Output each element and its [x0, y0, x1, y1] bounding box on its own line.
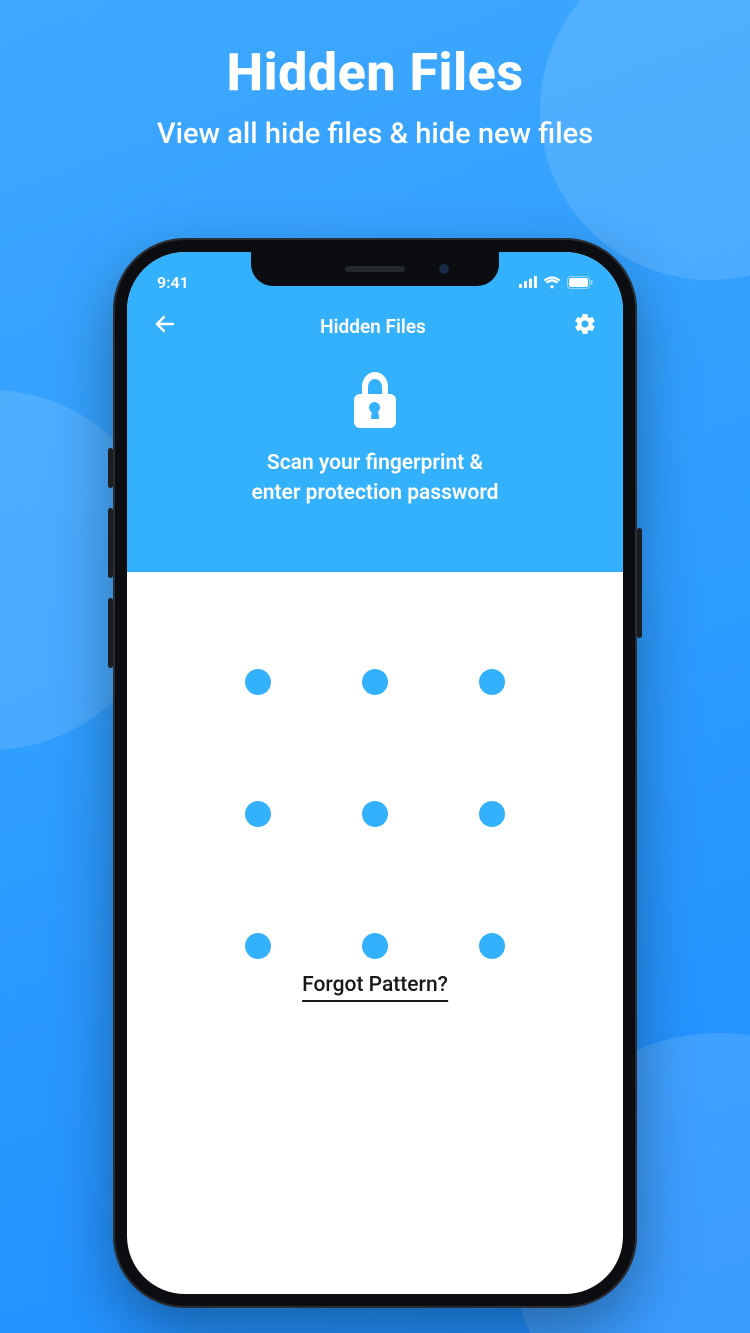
lock-text-line2: enter protection password [127, 478, 623, 508]
phone-side-button [108, 598, 113, 668]
promo-title: Hidden Files [0, 42, 750, 103]
gear-icon [573, 312, 597, 340]
settings-button[interactable] [569, 310, 601, 342]
phone-side-button [637, 528, 642, 638]
phone-notch [251, 252, 499, 286]
arrow-left-icon [153, 312, 177, 340]
pattern-area: Forgot Pattern? [127, 572, 623, 1162]
phone-camera [439, 264, 449, 274]
phone-side-button [108, 508, 113, 578]
pattern-dot[interactable] [362, 933, 388, 959]
pattern-dot[interactable] [362, 801, 388, 827]
signal-icon [519, 276, 537, 288]
promo-header: Hidden Files View all hide files & hide … [0, 0, 750, 151]
battery-icon [567, 276, 593, 289]
pattern-grid[interactable] [200, 616, 550, 1012]
lock-section: Scan your fingerprint & enter protection… [127, 370, 623, 509]
phone-mockup: 9:41 [113, 238, 637, 1308]
pattern-dot[interactable] [245, 669, 271, 695]
pattern-dot[interactable] [245, 801, 271, 827]
page-title: Hidden Files [177, 315, 569, 338]
pattern-dot[interactable] [479, 933, 505, 959]
phone-side-button [108, 448, 113, 488]
phone-speaker [345, 266, 405, 272]
pattern-dot[interactable] [479, 669, 505, 695]
pattern-dot[interactable] [362, 669, 388, 695]
phone-screen: 9:41 [127, 252, 623, 1294]
forgot-pattern-link[interactable]: Forgot Pattern? [302, 973, 448, 1002]
lock-instructions: Scan your fingerprint & enter protection… [127, 448, 623, 509]
status-time: 9:41 [157, 273, 189, 292]
promo-subtitle: View all hide files & hide new files [0, 117, 750, 151]
wifi-icon [543, 276, 561, 289]
nav-bar: Hidden Files [127, 300, 623, 342]
pattern-dot[interactable] [245, 933, 271, 959]
lock-text-line1: Scan your fingerprint & [127, 448, 623, 478]
pattern-dot[interactable] [479, 801, 505, 827]
app-header: 9:41 [127, 252, 623, 572]
lock-icon [349, 370, 401, 434]
status-right [519, 276, 593, 289]
